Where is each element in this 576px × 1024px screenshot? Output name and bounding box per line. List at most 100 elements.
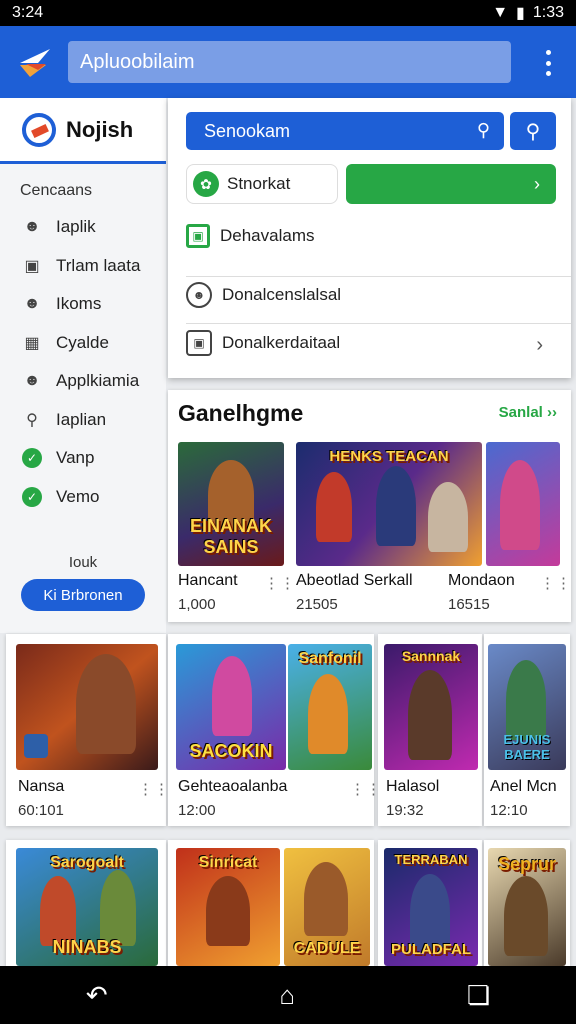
more-icon[interactable]: ⋮⋮ xyxy=(264,574,296,592)
game-card[interactable]: TERRABAN PULADFAL xyxy=(378,840,482,966)
sidebar-item-label: Vanp xyxy=(56,448,95,468)
more-icon[interactable]: ⋮⋮ xyxy=(138,780,170,798)
game-art-title: TERRABAN xyxy=(394,852,468,867)
game-art-title: EINANAK SAINS xyxy=(189,516,272,557)
game-art-title: Seprur xyxy=(497,854,557,874)
document-icon: ▣ xyxy=(186,224,210,248)
game-card[interactable]: Nansa 60:101 ⋮⋮ xyxy=(6,634,169,826)
game-art: Sannnak xyxy=(384,644,478,770)
game-card[interactable]: Sinricat CADULE xyxy=(168,840,374,966)
game-count: 21505 xyxy=(296,596,338,613)
sidebar-item-label: Applkiamia xyxy=(56,371,140,391)
status-time: 3:24 xyxy=(12,4,44,21)
sidebar-item-label: Iaplian xyxy=(56,409,107,429)
panel-pill-label: Stnorkat xyxy=(227,174,291,193)
game-art xyxy=(16,644,158,770)
system-nav-bar: ↶ ⌂ ❏ xyxy=(0,966,576,1024)
check-circle-icon: ✓ xyxy=(22,486,42,507)
folder-icon: ▣ xyxy=(186,330,212,356)
sidebar-item-label: Vemo xyxy=(56,486,100,506)
brand-name: Nojish xyxy=(66,116,134,142)
account-icon: ☻ xyxy=(186,282,212,308)
game-art-title: Sinricat xyxy=(198,854,258,871)
game-card[interactable]: Seprur xyxy=(484,840,570,966)
panel-row-label: Dehavalams xyxy=(220,226,315,245)
image-icon: ▣ xyxy=(24,257,40,275)
search-icon: ⚲ xyxy=(26,411,38,429)
game-art[interactable]: EINANAK SAINS xyxy=(178,442,284,566)
sidebar-item[interactable]: ✓ Vanp xyxy=(0,439,166,478)
game-card[interactable]: Sarogoalt NINABS xyxy=(6,840,166,966)
panel-go-button[interactable]: › xyxy=(346,164,556,204)
game-art-title: CADULE xyxy=(293,940,361,957)
map-icon: ▦ xyxy=(24,334,40,352)
divider xyxy=(186,323,571,324)
search-icon: ⚲ xyxy=(476,120,490,140)
battery-icon: ▮ xyxy=(516,5,525,22)
more-icon[interactable]: ⋮⋮ xyxy=(540,574,572,592)
sidebar-item[interactable]: ✓ Vemo xyxy=(0,478,166,517)
game-art-title: NINABS xyxy=(52,937,122,957)
search-panel: Senookam ⚲ ⚲ ✿ Stnorkat › ▣ Dehavalams ☻… xyxy=(168,98,571,378)
chevron-right-icon: › xyxy=(534,173,540,194)
sidebar: Nojish Cencaans ☻ Iaplik ▣ Trlam laata ☻ Ik… xyxy=(0,98,166,633)
game-art: SACOKIN xyxy=(176,644,286,770)
panel-search-text: Senookam xyxy=(204,120,291,141)
game-name: Halasol xyxy=(386,778,440,795)
top-search-field[interactable]: Apluoobilaim xyxy=(68,41,511,83)
game-name: Hancant xyxy=(178,572,238,589)
sidebar-footer-button[interactable]: Ki Brbronen xyxy=(21,579,145,611)
person-icon: ☻ xyxy=(23,295,41,313)
panel-row-label: Donalkerdaitaal xyxy=(222,333,341,352)
game-art-title: Sannnak xyxy=(401,648,461,664)
game-count: 12:10 xyxy=(490,802,528,819)
panel-search-field[interactable]: Senookam ⚲ xyxy=(186,112,504,150)
sidebar-item[interactable]: ⚲ Iaplian xyxy=(0,401,166,440)
game-art: Seprur xyxy=(488,848,566,966)
game-card[interactable]: Sannnak Halasol 19:32 xyxy=(378,634,482,826)
game-art-title: SACOKIN xyxy=(189,741,273,761)
check-circle-icon: ✓ xyxy=(22,448,42,469)
divider xyxy=(186,276,571,277)
panel-row[interactable]: ▣ Dehavalams xyxy=(186,224,315,248)
game-art[interactable] xyxy=(486,442,560,566)
sidebar-item-label: Iaplik xyxy=(56,217,96,237)
person-icon: ☻ xyxy=(23,372,41,390)
game-name: Gehteaoalanba xyxy=(178,778,288,795)
panel-pill[interactable]: ✿ Stnorkat xyxy=(186,164,338,204)
panel-row[interactable]: ☻ Donalcenslalsal xyxy=(186,282,341,308)
sidebar-item-label: Cyalde xyxy=(56,332,109,352)
home-icon[interactable]: ⌂ xyxy=(279,980,295,1011)
sidebar-item[interactable]: ☻ Applkiamia xyxy=(0,362,166,401)
see-all-link[interactable]: Sanlal ›› xyxy=(499,404,557,421)
status-clock-right: 1:33 xyxy=(532,4,564,21)
sidebar-heading: Cencaans xyxy=(20,182,93,199)
leaf-icon: ✿ xyxy=(193,171,219,197)
sidebar-footer-label: Iouk xyxy=(68,554,98,571)
recents-icon[interactable]: ❏ xyxy=(467,980,490,1011)
game-art: CADULE xyxy=(284,848,370,966)
panel-row-label: Donalcenslalsal xyxy=(222,285,342,304)
sidebar-item[interactable]: ▦ Cyalde xyxy=(0,324,166,363)
game-art: Sanfonil xyxy=(288,644,372,770)
game-art: Sinricat xyxy=(176,848,280,966)
brand-logo-icon xyxy=(22,112,56,147)
back-icon[interactable]: ↶ xyxy=(86,980,108,1011)
search-icon: ⚲ xyxy=(525,120,541,143)
chevron-right-icon[interactable]: › xyxy=(536,334,543,357)
person-icon: ☻ xyxy=(23,218,41,236)
game-card[interactable]: EJUNIS BAERE Anel Mcn 12:10 xyxy=(484,634,570,826)
search-button[interactable]: ⚲ xyxy=(510,112,556,150)
sidebar-item[interactable]: ☻ Iaplik xyxy=(0,208,166,247)
games-section: Ganelhgme Sanlal ›› EINANAK SAINS Hancan… xyxy=(168,390,571,622)
panel-row[interactable]: ▣ Donalkerdaitaal xyxy=(186,330,340,356)
sidebar-item[interactable]: ☻ Ikoms xyxy=(0,285,166,324)
sidebar-item[interactable]: ▣ Trlam laata xyxy=(0,247,166,286)
game-card[interactable]: SACOKIN Sanfonil Gehteaoalanba 12:00 ⋮⋮ xyxy=(168,634,381,826)
sidebar-list: ☻ Iaplik ▣ Trlam laata ☻ Ikoms ▦ Cyalde ☻ App… xyxy=(0,208,166,516)
game-art[interactable]: HENKS TEACAN xyxy=(296,442,482,566)
game-art-title: Sanfonil xyxy=(298,650,362,667)
app-logo-icon[interactable] xyxy=(16,43,54,81)
game-art: EJUNIS BAERE xyxy=(488,644,566,770)
more-options-icon[interactable] xyxy=(544,50,552,76)
